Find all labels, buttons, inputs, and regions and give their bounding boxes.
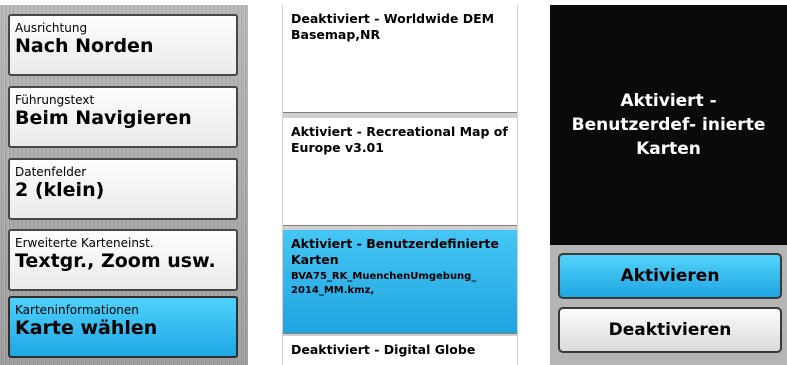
menu-item-label: Ausrichtung: [15, 21, 88, 35]
menu-item-erweiterte-karteneinst[interactable]: Erweiterte Karteneinst. Textgr., Zoom us…: [8, 229, 238, 291]
map-list-item-title: Aktiviert - Benutzerdefinierte Karten: [291, 236, 499, 267]
menu-item-ausrichtung[interactable]: Ausrichtung Nach Norden: [8, 14, 238, 76]
map-list-screen: Deaktiviert - Worldwide DEM Basemap,NR A…: [282, 5, 518, 365]
menu-item-label: Erweiterte Karteneinst.: [15, 236, 154, 250]
dialog-message: Aktiviert - Benutzerdef- inierte Karten: [571, 91, 766, 159]
settings-menu-screen: Ausrichtung Nach Norden Führungstext Bei…: [0, 5, 248, 365]
map-list-item-selected[interactable]: Aktiviert - Benutzerdefinierte Karten BV…: [283, 230, 517, 334]
activation-dialog-screen: Aktiviert - Benutzerdef- inierte Karten …: [550, 5, 787, 365]
map-list-item-title: Aktiviert - Recreational Map of Europe v…: [291, 124, 508, 155]
deactivate-button[interactable]: Deaktivieren: [558, 307, 782, 353]
menu-item-label: Karteninformationen: [15, 303, 139, 317]
map-list-item-title: Deaktiviert - Worldwide DEM Basemap,NR: [291, 11, 495, 42]
menu-item-label: Datenfelder: [15, 165, 87, 179]
map-list-item-filename: BVA75_RK_MuenchenUmgebung_ 2014_MM.kmz,: [291, 271, 477, 296]
menu-item-value: Textgr., Zoom usw.: [15, 250, 216, 272]
menu-item-value: Karte wählen: [15, 317, 158, 339]
menu-item-datenfelder[interactable]: Datenfelder 2 (klein): [8, 158, 238, 220]
deactivate-button-label: Deaktivieren: [608, 320, 732, 340]
activate-button-label: Aktivieren: [620, 266, 720, 286]
map-list-item[interactable]: Deaktiviert - Digital Globe: [283, 336, 517, 365]
map-list-item[interactable]: Deaktiviert - Worldwide DEM Basemap,NR: [283, 5, 517, 113]
menu-item-value: Nach Norden: [15, 35, 154, 57]
menu-item-value: Beim Navigieren: [15, 107, 192, 129]
menu-item-karteninformationen[interactable]: Karteninformationen Karte wählen: [8, 296, 238, 358]
activate-button[interactable]: Aktivieren: [558, 253, 782, 299]
map-list-item-title: Deaktiviert - Digital Globe: [291, 342, 476, 357]
map-list-item[interactable]: Aktiviert - Recreational Map of Europe v…: [283, 118, 517, 226]
menu-item-label: Führungstext: [15, 93, 95, 107]
menu-item-fuehrungstext[interactable]: Führungstext Beim Navigieren: [8, 86, 238, 148]
dialog-message-panel: Aktiviert - Benutzerdef- inierte Karten: [550, 5, 787, 245]
menu-item-value: 2 (klein): [15, 179, 105, 201]
